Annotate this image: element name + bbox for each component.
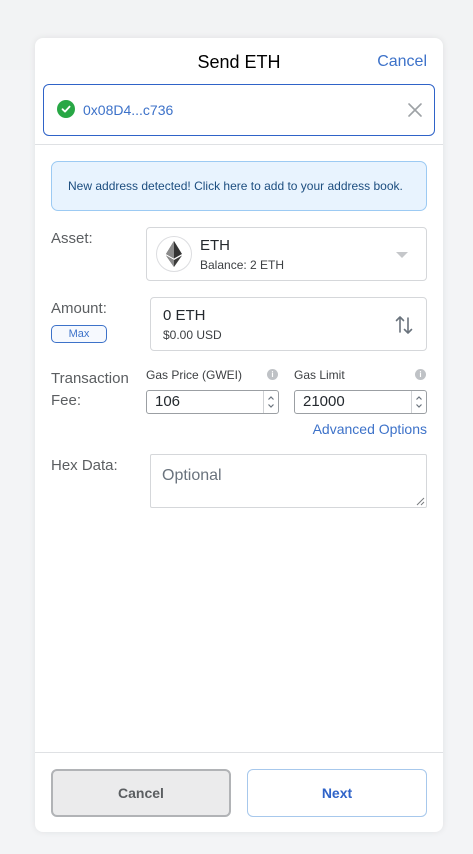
next-button[interactable]: Next xyxy=(247,769,427,817)
ethereum-icon xyxy=(156,236,192,272)
info-icon[interactable]: i xyxy=(415,369,426,380)
chevron-down-icon[interactable] xyxy=(415,402,423,410)
amount-value: 0 ETH xyxy=(163,307,206,324)
gas-limit-value: 21000 xyxy=(303,393,345,410)
divider xyxy=(35,144,443,145)
resize-handle-icon[interactable] xyxy=(415,496,425,506)
amount-input[interactable]: 0 ETH $0.00 USD xyxy=(150,297,427,351)
chevron-down-icon xyxy=(396,252,408,258)
hex-data-placeholder: Optional xyxy=(162,467,222,484)
close-icon[interactable] xyxy=(406,101,424,119)
check-circle-icon xyxy=(57,100,75,118)
gas-limit-input[interactable]: 21000 xyxy=(294,390,427,414)
swap-icon[interactable] xyxy=(395,314,413,336)
recipient-field[interactable]: 0x08D4...c736 xyxy=(43,84,435,136)
gas-limit-label: Gas Limit xyxy=(294,368,345,382)
gas-price-value: 106 xyxy=(155,393,181,410)
gas-price-label: Gas Price (GWEI) xyxy=(146,368,243,382)
recipient-address: 0x08D4...c736 xyxy=(83,102,174,118)
cancel-button[interactable]: Cancel xyxy=(51,769,231,817)
chevron-down-icon[interactable] xyxy=(267,402,275,410)
transaction-fee-label: Transaction Fee: xyxy=(51,368,129,412)
max-button[interactable]: Max xyxy=(51,325,107,343)
divider xyxy=(35,752,443,753)
send-panel: Send ETH Cancel 0x08D4...c736 New addres… xyxy=(35,38,443,832)
hex-data-label: Hex Data: xyxy=(51,457,118,474)
hex-data-input[interactable]: Optional xyxy=(150,454,427,508)
fee-label-line1: Transaction xyxy=(51,370,129,387)
header-cancel-link[interactable]: Cancel xyxy=(377,53,427,71)
info-icon[interactable]: i xyxy=(267,369,278,380)
gas-limit-stepper[interactable] xyxy=(411,391,426,413)
chevron-up-icon[interactable] xyxy=(267,394,275,402)
advanced-options-link[interactable]: Advanced Options xyxy=(313,421,427,437)
gas-price-stepper[interactable] xyxy=(263,391,278,413)
asset-label: Asset: xyxy=(51,230,93,247)
asset-name: ETH xyxy=(200,237,230,254)
amount-label: Amount: xyxy=(51,300,107,317)
new-address-notice[interactable]: New address detected! Click here to add … xyxy=(51,161,427,211)
gas-price-input[interactable]: 106 xyxy=(146,390,279,414)
asset-balance: Balance: 2 ETH xyxy=(200,258,285,272)
asset-selector[interactable]: ETH Balance: 2 ETH xyxy=(146,227,427,281)
fee-label-line2: Fee: xyxy=(51,392,82,409)
chevron-up-icon[interactable] xyxy=(415,394,423,402)
amount-fiat: $0.00 USD xyxy=(163,328,222,342)
